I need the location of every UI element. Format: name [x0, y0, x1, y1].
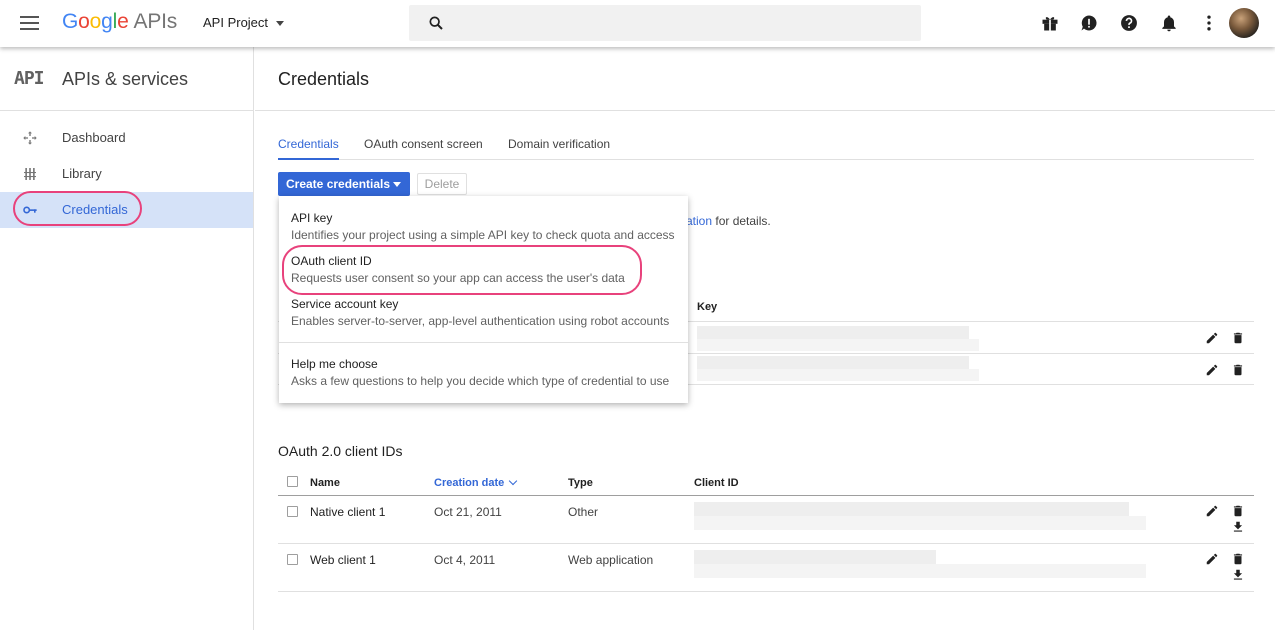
menu-item-title: Help me choose	[291, 357, 378, 371]
redacted-key	[697, 326, 969, 339]
client-id-column-header[interactable]: Client ID	[694, 477, 739, 489]
table-row: Native client 1 Oct 21, 2011 Other	[278, 496, 1254, 544]
menu-item-description: Identifies your project using a simple A…	[291, 228, 675, 242]
row-checkbox[interactable]	[287, 506, 298, 517]
sidebar-item-label: Library	[62, 166, 102, 181]
select-all-checkbox[interactable]	[287, 476, 298, 487]
creation-date: Oct 21, 2011	[434, 505, 502, 519]
menu-item-description: Asks a few questions to help you decide …	[291, 374, 670, 388]
menu-item-api-key[interactable]: API key Identifies your project using a …	[291, 211, 681, 242]
dashboard-icon	[23, 131, 37, 145]
tab-oauth-consent-screen[interactable]: OAuth consent screen	[364, 137, 483, 160]
info-text: ation for details.	[686, 214, 771, 228]
tab-bar: Credentials OAuth consent screen Domain …	[278, 131, 1254, 160]
tab-domain-verification[interactable]: Domain verification	[508, 137, 610, 160]
delete-icon[interactable]	[1231, 331, 1245, 345]
client-type: Other	[568, 505, 599, 519]
creation-date-label: Creation date	[434, 477, 505, 489]
feedback-icon[interactable]	[1079, 13, 1099, 33]
create-credentials-label: Create credentials	[286, 177, 391, 191]
sidebar-header: API APIs & services	[0, 47, 253, 111]
sidebar-item-library[interactable]: Library	[0, 156, 253, 192]
avatar[interactable]	[1229, 8, 1259, 38]
edit-icon[interactable]	[1205, 363, 1219, 377]
table-row: Web client 1 Oct 4, 2011 Web application	[278, 544, 1254, 592]
create-credentials-button[interactable]: Create credentials	[278, 172, 410, 196]
redacted-client-id	[694, 502, 1129, 516]
notifications-icon[interactable]	[1159, 13, 1179, 33]
more-vert-icon[interactable]	[1199, 13, 1219, 33]
redacted-client-id	[694, 564, 1146, 578]
delete-icon[interactable]	[1231, 363, 1245, 377]
top-app-bar: Google APIs API Project	[0, 0, 1275, 47]
menu-icon[interactable]	[20, 16, 39, 30]
creation-date-column-header[interactable]: Creation date	[434, 476, 518, 489]
search-icon	[429, 16, 443, 30]
edit-icon[interactable]	[1205, 331, 1219, 345]
library-icon	[24, 168, 36, 180]
menu-item-service-account-key[interactable]: Service account key Enables server-to-se…	[291, 297, 681, 328]
gift-icon[interactable]	[1040, 13, 1060, 33]
sidebar-title: APIs & services	[62, 69, 189, 89]
menu-item-title: API key	[291, 211, 333, 225]
redacted-key	[697, 339, 979, 351]
caret-down-icon	[276, 21, 285, 27]
tab-credentials[interactable]: Credentials	[278, 137, 339, 160]
delete-icon[interactable]	[1231, 552, 1245, 566]
info-suffix: for details.	[712, 214, 771, 228]
caret-down-icon	[393, 182, 401, 187]
client-type: Web application	[568, 553, 654, 567]
project-selector[interactable]: API Project	[203, 15, 285, 30]
creation-date: Oct 4, 2011	[434, 553, 496, 567]
page-title-bar: Credentials	[255, 47, 1275, 111]
sidebar-item-label: Dashboard	[62, 130, 126, 145]
menu-item-title: Service account key	[291, 297, 399, 311]
menu-divider	[279, 342, 688, 343]
download-icon[interactable]	[1231, 568, 1245, 582]
highlight-circle-credentials	[13, 191, 142, 226]
client-name-link[interactable]: Web client 1	[310, 553, 376, 567]
edit-icon[interactable]	[1205, 504, 1219, 518]
help-icon[interactable]	[1119, 13, 1139, 33]
edit-icon[interactable]	[1205, 552, 1219, 566]
oauth-section-title: OAuth 2.0 client IDs	[278, 443, 403, 459]
sidebar: API APIs & services Dashboard Library Cr…	[0, 47, 254, 630]
create-credentials-menu: API key Identifies your project using a …	[279, 196, 688, 403]
row-checkbox[interactable]	[287, 554, 298, 565]
sidebar-item-dashboard[interactable]: Dashboard	[0, 120, 253, 156]
menu-item-help-me-choose[interactable]: Help me choose Asks a few questions to h…	[291, 357, 681, 388]
search-bar[interactable]	[409, 5, 921, 41]
type-column-header[interactable]: Type	[568, 477, 593, 489]
google-apis-logo[interactable]: Google APIs	[62, 10, 177, 34]
documentation-link[interactable]: ation	[686, 214, 712, 228]
delete-icon[interactable]	[1231, 504, 1245, 518]
api-badge-icon: API	[14, 68, 44, 89]
name-column-header[interactable]: Name	[310, 477, 340, 489]
redacted-client-id	[694, 516, 1146, 530]
client-name-link[interactable]: Native client 1	[310, 505, 385, 519]
highlight-circle-oauth-client-id	[282, 245, 642, 295]
menu-item-description: Enables server-to-server, app-level auth…	[291, 314, 670, 328]
delete-button[interactable]: Delete	[417, 173, 467, 195]
chevron-down-icon	[509, 476, 518, 486]
project-name: API Project	[203, 15, 269, 30]
redacted-key	[697, 356, 969, 369]
page-title: Credentials	[278, 69, 370, 89]
key-column-header: Key	[697, 301, 718, 313]
download-icon[interactable]	[1231, 520, 1245, 534]
redacted-key	[697, 369, 979, 381]
redacted-client-id	[694, 550, 936, 564]
